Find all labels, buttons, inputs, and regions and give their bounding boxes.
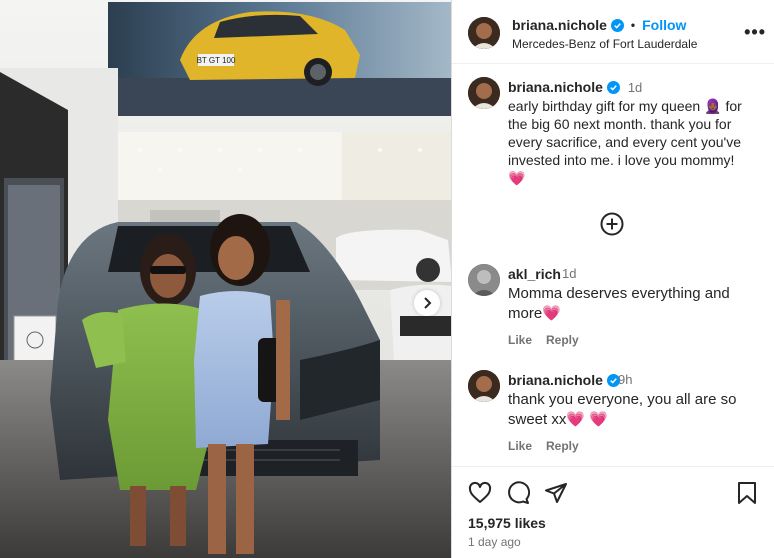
add-comments-icon[interactable] (600, 212, 624, 236)
comment-reply-button[interactable]: Reply (546, 333, 579, 347)
follow-button[interactable]: Follow (642, 17, 686, 33)
comment-emoji: 💗 💗 (566, 411, 608, 428)
author-username[interactable]: briana.nichole (512, 17, 607, 33)
post-header: briana.nichole • Follow Mercedes-Benz of… (452, 0, 774, 64)
comment-username[interactable]: akl_rich (508, 266, 561, 282)
author-avatar[interactable] (468, 17, 500, 49)
caption-time[interactable]: 1d (628, 80, 642, 95)
likes-count[interactable]: 15,975 likes (468, 515, 546, 531)
comment-time[interactable]: 9h (618, 372, 632, 387)
caption-avatar[interactable] (468, 77, 500, 109)
separator-dot: • (630, 18, 636, 32)
more-options-icon[interactable]: ••• (744, 22, 766, 43)
share-icon[interactable] (544, 481, 568, 505)
location-link[interactable]: Mercedes-Benz of Fort Lauderdale (512, 37, 697, 51)
next-photo-button[interactable] (414, 290, 440, 316)
comment-username[interactable]: briana.nichole (508, 372, 603, 388)
comment-like-button[interactable]: Like (508, 439, 532, 453)
caption-emoji-2: 💗 (508, 170, 526, 186)
comment-reply-button[interactable]: Reply (546, 439, 579, 453)
comment-time[interactable]: 1d (562, 266, 576, 281)
post-actions: 15,975 likes 1 day ago (452, 466, 774, 558)
caption-username[interactable]: briana.nichole (508, 78, 603, 96)
caption-text-1: early birthday gift for my queen (508, 98, 701, 114)
comment-icon[interactable] (506, 481, 530, 505)
comment-avatar[interactable] (468, 370, 500, 402)
caption-emoji-1: 🧕🏾 (704, 98, 722, 114)
comment-like-button[interactable]: Like (508, 333, 532, 347)
showroom-photo: BT GT 100 (0, 0, 451, 558)
verified-icon (606, 80, 620, 94)
comment-emoji: 💗 (542, 305, 561, 322)
plate-text: BT GT 100 (197, 56, 236, 65)
post-photo[interactable]: BT GT 100 (0, 0, 452, 558)
heart-icon[interactable] (468, 481, 492, 505)
bookmark-icon[interactable] (736, 481, 758, 505)
post-timestamp[interactable]: 1 day ago (468, 535, 521, 549)
post-details-panel: briana.nichole • Follow Mercedes-Benz of… (452, 0, 774, 558)
verified-icon (610, 18, 624, 32)
comment-avatar[interactable] (468, 264, 500, 296)
comment-text: thank you everyone, you all are so sweet… (508, 391, 737, 428)
chevron-right-icon (424, 297, 432, 309)
